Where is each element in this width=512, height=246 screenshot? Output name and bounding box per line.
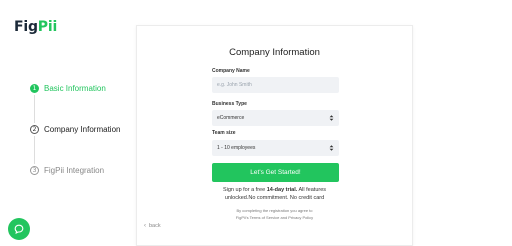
step-number: 3 xyxy=(30,166,39,175)
trial-info: Sign up for a free 14-day trial. All fea… xyxy=(137,186,412,202)
terms-line2[interactable]: FigPii's Terms of Service and Privacy Po… xyxy=(236,215,313,220)
form-title: Company Information xyxy=(229,47,320,58)
trial-text-line2: unlocked.No commitment. No credit card xyxy=(224,195,325,201)
step-number: 2 xyxy=(30,125,39,134)
get-started-button[interactable]: Let's Get Started! xyxy=(212,163,339,182)
company-name-label: Company Name xyxy=(212,68,250,74)
team-size-select[interactable]: 1 - 10 employees xyxy=(212,140,339,156)
team-size-value: 1 - 10 employees xyxy=(217,145,256,151)
step-basic-information[interactable]: 1 Basic Information xyxy=(30,84,106,93)
step-connector xyxy=(34,136,35,164)
step-label: FigPii Integration xyxy=(44,166,105,175)
team-size-label: Team size xyxy=(212,130,236,136)
step-number: 1 xyxy=(30,84,39,93)
logo-text-pii: Pii xyxy=(37,19,58,35)
select-arrows-icon xyxy=(329,145,334,151)
step-company-information[interactable]: 2 Company Information xyxy=(30,125,120,134)
business-type-label: Business Type xyxy=(212,101,247,107)
back-link[interactable]: ‹ back xyxy=(144,223,161,229)
chat-button[interactable] xyxy=(8,218,30,240)
terms-notice: By completing the registration you agree… xyxy=(137,208,412,221)
company-info-card: Company Information Company Name e.g. Jo… xyxy=(136,25,413,246)
business-type-select[interactable]: eCommerce xyxy=(212,110,339,126)
logo-text-fig: Fig xyxy=(14,19,38,35)
step-figpii-integration[interactable]: 3 FigPii Integration xyxy=(30,166,104,175)
step-label: Company Information xyxy=(44,125,121,134)
business-type-value: eCommerce xyxy=(217,115,245,121)
trial-text-post: All features xyxy=(297,187,327,193)
trial-text-bold: 14-day trial. xyxy=(266,187,298,193)
company-name-input[interactable]: e.g. John Smith xyxy=(212,77,339,93)
back-label: back xyxy=(149,223,161,229)
figpii-logo[interactable]: FigPii xyxy=(14,19,57,35)
select-arrows-icon xyxy=(329,115,334,121)
chat-bubble-icon xyxy=(14,224,24,234)
step-connector xyxy=(34,95,35,123)
step-label: Basic Information xyxy=(44,84,106,93)
terms-line1: By completing the registration you agree… xyxy=(236,208,313,213)
trial-text-pre: Sign up for a free xyxy=(222,187,267,193)
chevron-left-icon: ‹ xyxy=(144,223,146,229)
